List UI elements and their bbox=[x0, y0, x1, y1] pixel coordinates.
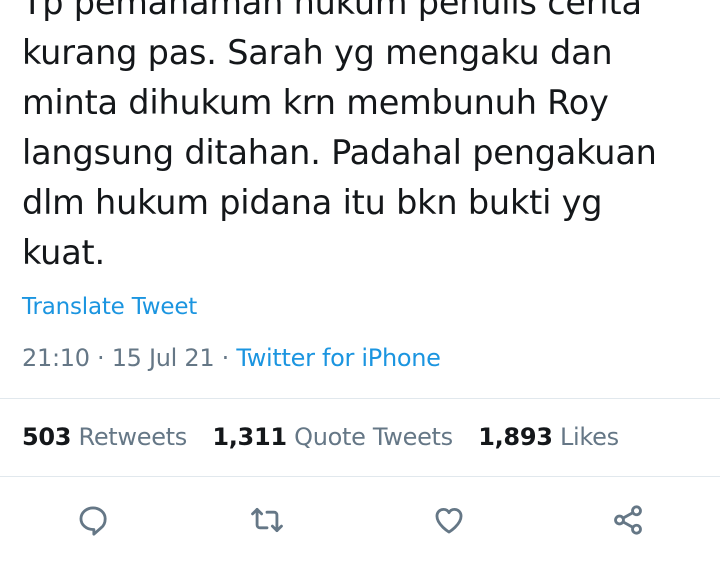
reply-button[interactable] bbox=[71, 498, 115, 542]
tweet-text: Tp pemahaman hukum penulis cerita kurang… bbox=[22, 0, 712, 278]
retweet-icon bbox=[251, 507, 283, 533]
retweets-stat[interactable]: 503 Retweets bbox=[22, 423, 194, 451]
share-button[interactable] bbox=[606, 498, 650, 542]
tweet-source-link[interactable]: Twitter for iPhone bbox=[236, 344, 441, 372]
retweets-label: Retweets bbox=[78, 423, 188, 451]
tweet-text-line: dlm hukum pidana itu bkn bukti yg bbox=[22, 183, 603, 222]
tweet-text-line: Tp pemahaman hukum penulis cerita bbox=[22, 0, 642, 22]
likes-label: Likes bbox=[559, 423, 619, 451]
meta-separator: · bbox=[221, 344, 230, 372]
likes-count: 1,893 bbox=[478, 423, 553, 451]
quote-tweets-stat[interactable]: 1,311 Quote Tweets bbox=[212, 423, 460, 451]
like-icon bbox=[435, 507, 463, 534]
like-button[interactable] bbox=[427, 498, 471, 542]
tweet-text-line: kurang pas. Sarah yg mengaku dan bbox=[22, 33, 613, 72]
tweet-text-line: kuat. bbox=[22, 233, 105, 272]
tweet-time: 21:10 bbox=[22, 344, 90, 372]
divider bbox=[0, 476, 720, 477]
tweet-date: 15 Jul 21 bbox=[111, 344, 215, 372]
quote-tweets-label: Quote Tweets bbox=[294, 423, 453, 451]
tweet-stats: 503 Retweets 1,311 Quote Tweets 1,893 Li… bbox=[22, 423, 619, 451]
retweets-count: 503 bbox=[22, 423, 72, 451]
tweet-action-bar bbox=[0, 498, 720, 542]
tweet-meta: 21:10 · 15 Jul 21 · Twitter for iPhone bbox=[22, 344, 441, 372]
retweet-button[interactable] bbox=[245, 498, 289, 542]
tweet-text-line: minta dihukum krn membunuh Roy bbox=[22, 83, 609, 122]
share-icon bbox=[614, 505, 642, 535]
reply-icon bbox=[79, 506, 107, 536]
translate-tweet-link[interactable]: Translate Tweet bbox=[22, 294, 197, 320]
tweet-text-line: langsung ditahan. Padahal pengakuan bbox=[22, 133, 657, 172]
likes-stat[interactable]: 1,893 Likes bbox=[478, 423, 619, 451]
meta-separator: · bbox=[97, 344, 105, 372]
divider bbox=[0, 398, 720, 399]
quote-tweets-count: 1,311 bbox=[212, 423, 287, 451]
